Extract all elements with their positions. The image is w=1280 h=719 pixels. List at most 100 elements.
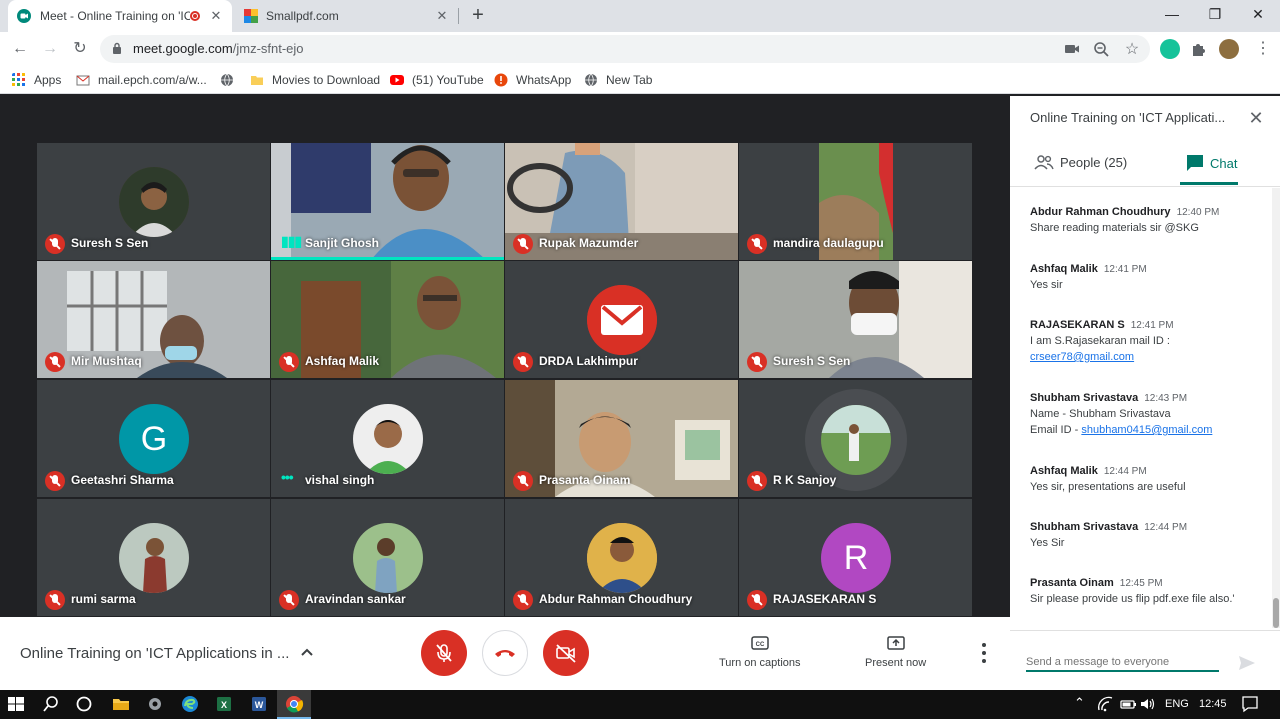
- excel-icon[interactable]: X: [214, 694, 234, 714]
- clock[interactable]: 12:45: [1199, 698, 1227, 710]
- tab-people-label: People (25): [1060, 154, 1128, 170]
- participant-tile[interactable]: R K Sanjoy: [739, 380, 972, 497]
- svg-text:CC: CC: [755, 642, 764, 648]
- bookmark-globe[interactable]: [220, 71, 242, 89]
- participant-tile[interactable]: Rupak Mazumder: [505, 143, 738, 260]
- participant-tile[interactable]: ▮▮▮ Sanjit Ghosh: [271, 143, 504, 260]
- participant-tile[interactable]: rumi sarma: [37, 499, 270, 616]
- forward-arrow-icon[interactable]: →: [38, 37, 62, 61]
- participant-tile[interactable]: DRDA Lakhimpur: [505, 261, 738, 378]
- google-meet-favicon-icon: [17, 9, 31, 23]
- file-explorer-icon[interactable]: [111, 694, 131, 714]
- participant-name: Suresh S Sen: [773, 354, 851, 368]
- bookmark-star-icon[interactable]: ☆: [1123, 39, 1141, 58]
- bookmark-newtab[interactable]: New Tab: [584, 71, 652, 89]
- participant-name: Aravindan sankar: [305, 592, 406, 606]
- mic-off-icon: [279, 352, 299, 372]
- participant-tile[interactable]: G Geetashri Sharma: [37, 380, 270, 497]
- battery-icon[interactable]: [1118, 694, 1138, 714]
- wifi-icon[interactable]: [1096, 694, 1116, 714]
- restore-button[interactable]: ❐: [1193, 0, 1237, 30]
- windows-start-icon[interactable]: [6, 694, 26, 714]
- participant-tile[interactable]: Abdur Rahman Choudhury: [505, 499, 738, 616]
- chevron-up-icon[interactable]: [298, 643, 316, 661]
- close-panel-icon[interactable]: ✕: [1246, 108, 1266, 128]
- tab-meet[interactable]: Meet - Online Training on 'IC ✕: [8, 0, 232, 32]
- participant-tile[interactable]: Suresh S Sen: [37, 143, 270, 260]
- search-icon[interactable]: [41, 694, 61, 714]
- participant-tile[interactable]: ••• vishal singh: [271, 380, 504, 497]
- participant-tile[interactable]: Mir Mushtaq: [37, 261, 270, 378]
- message-sender: Ashfaq Malik: [1030, 465, 1098, 477]
- captions-button[interactable]: CC Turn on captions: [719, 635, 801, 669]
- camera-icon[interactable]: [1063, 41, 1081, 57]
- meeting-title[interactable]: Online Training on 'ICT Applications in …: [20, 645, 289, 662]
- tab-close-icon[interactable]: ✕: [208, 8, 224, 24]
- more-options-icon[interactable]: [978, 643, 990, 663]
- participant-tile[interactable]: Ashfaq Malik: [271, 261, 504, 378]
- participant-tile[interactable]: Prasanta Oinam: [505, 380, 738, 497]
- camera-toggle-button[interactable]: [543, 630, 589, 676]
- leave-call-button[interactable]: [482, 630, 528, 676]
- present-screen-icon: [886, 636, 905, 650]
- participant-avatar: [119, 167, 189, 237]
- tab-close-icon[interactable]: ✕: [434, 8, 450, 24]
- chrome-menu-icon[interactable]: ⋮: [1255, 40, 1271, 58]
- chat-message-input[interactable]: [1026, 654, 1219, 672]
- reload-icon[interactable]: ↻: [68, 37, 92, 61]
- grammarly-icon[interactable]: [1160, 39, 1180, 59]
- participant-tile[interactable]: mandira daulagupu: [739, 143, 972, 260]
- speaking-indicator: [271, 257, 504, 260]
- word-icon[interactable]: W: [249, 694, 269, 714]
- mic-off-icon: [513, 352, 533, 372]
- bookmark-apps[interactable]: Apps: [12, 71, 61, 89]
- mic-off-icon: [747, 234, 767, 254]
- task-view-icon[interactable]: [74, 694, 94, 714]
- extensions-puzzle-icon[interactable]: [1190, 40, 1208, 58]
- chrome-icon[interactable]: [284, 694, 304, 714]
- zoom-icon[interactable]: [1093, 41, 1111, 57]
- mic-toggle-button[interactable]: [421, 630, 467, 676]
- bookmark-mail[interactable]: mail.epch.com/a/w...: [76, 71, 207, 89]
- participant-tile[interactable]: Aravindan sankar: [271, 499, 504, 616]
- tab-smallpdf[interactable]: Smallpdf.com ✕: [236, 0, 458, 32]
- mic-off-icon: [513, 590, 533, 610]
- tab-people[interactable]: People (25): [1034, 154, 1127, 170]
- bookmark-youtube[interactable]: (51) YouTube: [390, 71, 484, 89]
- profile-avatar[interactable]: [1219, 39, 1239, 59]
- apps-grid-icon: [12, 73, 25, 86]
- message-time: 12:44 PM: [1144, 522, 1188, 533]
- participant-tile[interactable]: Suresh S Sen: [739, 261, 972, 378]
- email-link[interactable]: crseer78@gmail.com: [1030, 351, 1134, 363]
- email-link[interactable]: shubham0415@gmail.com: [1081, 424, 1212, 436]
- participant-name: Prasanta Oinam: [539, 473, 631, 487]
- volume-icon[interactable]: [1138, 694, 1158, 714]
- message-sender: Abdur Rahman Choudhury: [1030, 206, 1171, 218]
- back-arrow-icon[interactable]: ←: [8, 37, 32, 61]
- notifications-icon[interactable]: [1240, 694, 1260, 714]
- bookmark-movies[interactable]: Movies to Download: [250, 71, 380, 89]
- mic-off-icon: [45, 471, 65, 491]
- tray-chevron-icon[interactable]: ⌃: [1074, 695, 1085, 711]
- message-sender: RAJASEKARAN S: [1030, 319, 1125, 331]
- close-window-button[interactable]: ✕: [1236, 0, 1280, 30]
- address-bar[interactable]: meet.google.com/jmz-sfnt-ejo ☆: [100, 35, 1150, 63]
- present-now-button[interactable]: Present now: [865, 635, 926, 669]
- active-tab-indicator: [1180, 182, 1238, 185]
- message-time: 12:43 PM: [1144, 393, 1188, 404]
- edge-icon[interactable]: [180, 694, 200, 714]
- new-tab-button[interactable]: +: [466, 4, 490, 28]
- tab-chat[interactable]: Chat: [1186, 154, 1237, 172]
- minimize-button[interactable]: —: [1150, 0, 1194, 30]
- bookmark-whatsapp[interactable]: WhatsApp: [494, 71, 571, 89]
- scrollbar-thumb[interactable]: [1273, 598, 1279, 628]
- chat-scrollbar[interactable]: [1272, 188, 1280, 628]
- panel-title: Online Training on 'ICT Applicati...: [1030, 110, 1226, 125]
- send-icon[interactable]: [1238, 655, 1256, 671]
- mic-off-icon: [45, 352, 65, 372]
- app-icon[interactable]: [145, 694, 165, 714]
- participant-tile[interactable]: R RAJASEKARAN S: [739, 499, 972, 616]
- input-language[interactable]: ENG: [1165, 698, 1189, 710]
- side-panel: Online Training on 'ICT Applicati... ✕ P…: [1010, 96, 1280, 690]
- bookmarks-bar: Apps mail.epch.com/a/w... Movies to Down…: [0, 66, 1280, 94]
